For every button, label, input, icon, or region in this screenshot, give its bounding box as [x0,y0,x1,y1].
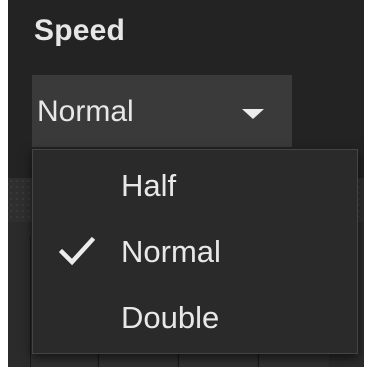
speed-panel: Speed Normal Half Normal Double [8,0,364,367]
menu-item-label: Normal [121,234,221,269]
menu-item-label: Half [121,168,177,203]
speed-selected-value: Normal [37,95,134,128]
menu-item-half[interactable]: Half [33,154,357,216]
chevron-down-icon [242,109,264,119]
speed-dropdown[interactable]: Normal [32,75,292,147]
menu-item-label: Double [121,300,220,335]
speed-label: Speed [34,14,126,47]
check-icon [59,236,95,266]
menu-item-normal[interactable]: Normal [33,220,357,282]
speed-menu: Half Normal Double [32,149,358,354]
menu-item-double[interactable]: Double [33,286,357,348]
